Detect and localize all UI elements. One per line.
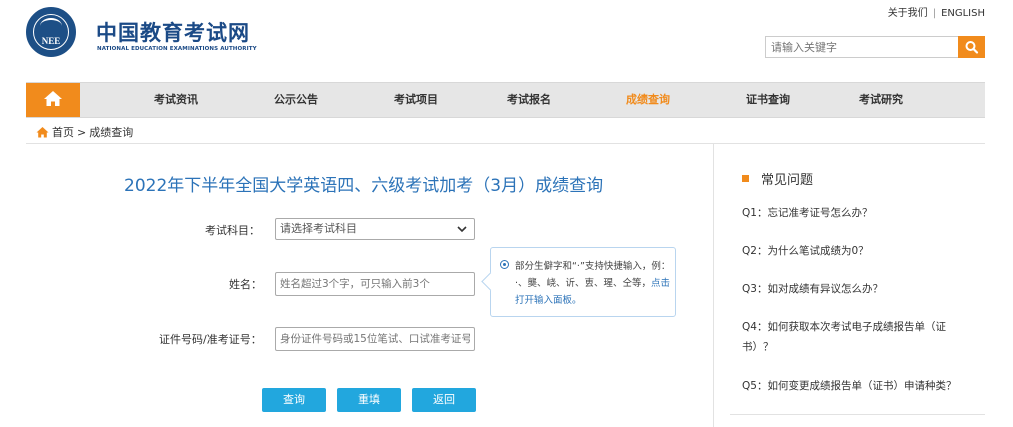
site-logo[interactable]: NEE: [26, 7, 76, 57]
column-divider: [713, 144, 714, 427]
tip-bullet-icon: [500, 260, 509, 269]
faq-divider: [730, 414, 985, 415]
id-number-input[interactable]: [275, 327, 475, 351]
english-link[interactable]: ENGLISH: [941, 8, 985, 19]
subject-select-value: 请选择考试科目: [280, 222, 357, 235]
logo-arc: [40, 18, 62, 34]
tip-message: 部分生僻字和“·”支持快捷输入，例：·、龑、峣、䜣、叀、瑆、仝等，: [515, 261, 666, 289]
faq-item[interactable]: Q1：忘记准考证号怎么办？: [742, 203, 974, 223]
faq-heading: 常见问题: [742, 169, 813, 188]
nav-item-research[interactable]: 考试研究: [859, 83, 903, 117]
name-input[interactable]: [275, 272, 475, 296]
faq-marker: [742, 175, 749, 182]
back-button[interactable]: 返回: [412, 388, 476, 412]
faq-item[interactable]: Q4：如何获取本次考试电子成绩报告单（证书）？: [742, 317, 974, 357]
nav-item-certificate-query[interactable]: 证书查询: [746, 83, 790, 117]
nav-item-news[interactable]: 考试资讯: [154, 83, 198, 117]
main-nav: 考试资讯 公示公告 考试项目 考试报名 成绩查询 证书查询 考试研究: [26, 82, 985, 118]
content-divider: [26, 143, 985, 144]
name-label: 姓名：: [229, 278, 262, 291]
site-name-cn: 中国教育考试网: [96, 21, 250, 45]
nav-home-button[interactable]: [26, 83, 80, 117]
subject-select[interactable]: 请选择考试科目: [275, 218, 475, 240]
tip-arrow: [481, 272, 500, 291]
nav-item-exams[interactable]: 考试项目: [394, 83, 438, 117]
query-button[interactable]: 查询: [262, 388, 326, 412]
nav-item-score-query[interactable]: 成绩查询: [626, 83, 670, 117]
search-button[interactable]: [958, 36, 985, 58]
breadcrumb: 首页 > 成绩查询: [36, 124, 133, 140]
input-tip-box: 部分生僻字和“·”支持快捷输入，例：·、龑、峣、䜣、叀、瑆、仝等，点击打开输入面…: [481, 247, 676, 317]
faq-item[interactable]: Q5：如何变更成绩报告单（证书）申请种类？: [742, 376, 974, 396]
tip-text: 部分生僻字和“·”支持快捷输入，例：·、龑、峣、䜣、叀、瑆、仝等，点击打开输入面…: [515, 258, 671, 309]
about-us-link[interactable]: 关于我们: [888, 8, 928, 19]
nav-item-notices[interactable]: 公示公告: [274, 83, 318, 117]
top-links-divider: |: [932, 8, 937, 19]
faq-heading-text: 常见问题: [761, 173, 814, 188]
top-links: 关于我们 | ENGLISH: [888, 4, 985, 19]
search-box: [765, 36, 985, 58]
breadcrumb-home-icon: [36, 127, 49, 138]
home-icon: [44, 91, 62, 106]
search-icon: [965, 41, 979, 54]
id-label: 证件号码/准考证号：: [159, 333, 262, 346]
subject-label: 考试科目：: [205, 224, 260, 237]
breadcrumb-home-link[interactable]: 首页: [52, 126, 74, 139]
logo-text: NEE: [41, 36, 61, 46]
breadcrumb-current: 成绩查询: [89, 126, 134, 139]
faq-item[interactable]: Q3：如对成绩有异议怎么办？: [742, 279, 974, 299]
search-input[interactable]: [765, 36, 958, 58]
faq-item[interactable]: Q2：为什么笔试成绩为0？: [742, 241, 974, 261]
site-name-en: NATIONAL EDUCATION EXAMINATIONS AUTHORIT…: [97, 46, 257, 52]
reset-button[interactable]: 重填: [337, 388, 401, 412]
breadcrumb-separator: >: [77, 126, 87, 139]
page-title: 2022年下半年全国大学英语四、六级考试加考（3月）成绩查询: [124, 176, 604, 196]
chevron-down-icon: [457, 226, 467, 233]
nav-item-registration[interactable]: 考试报名: [507, 83, 551, 117]
